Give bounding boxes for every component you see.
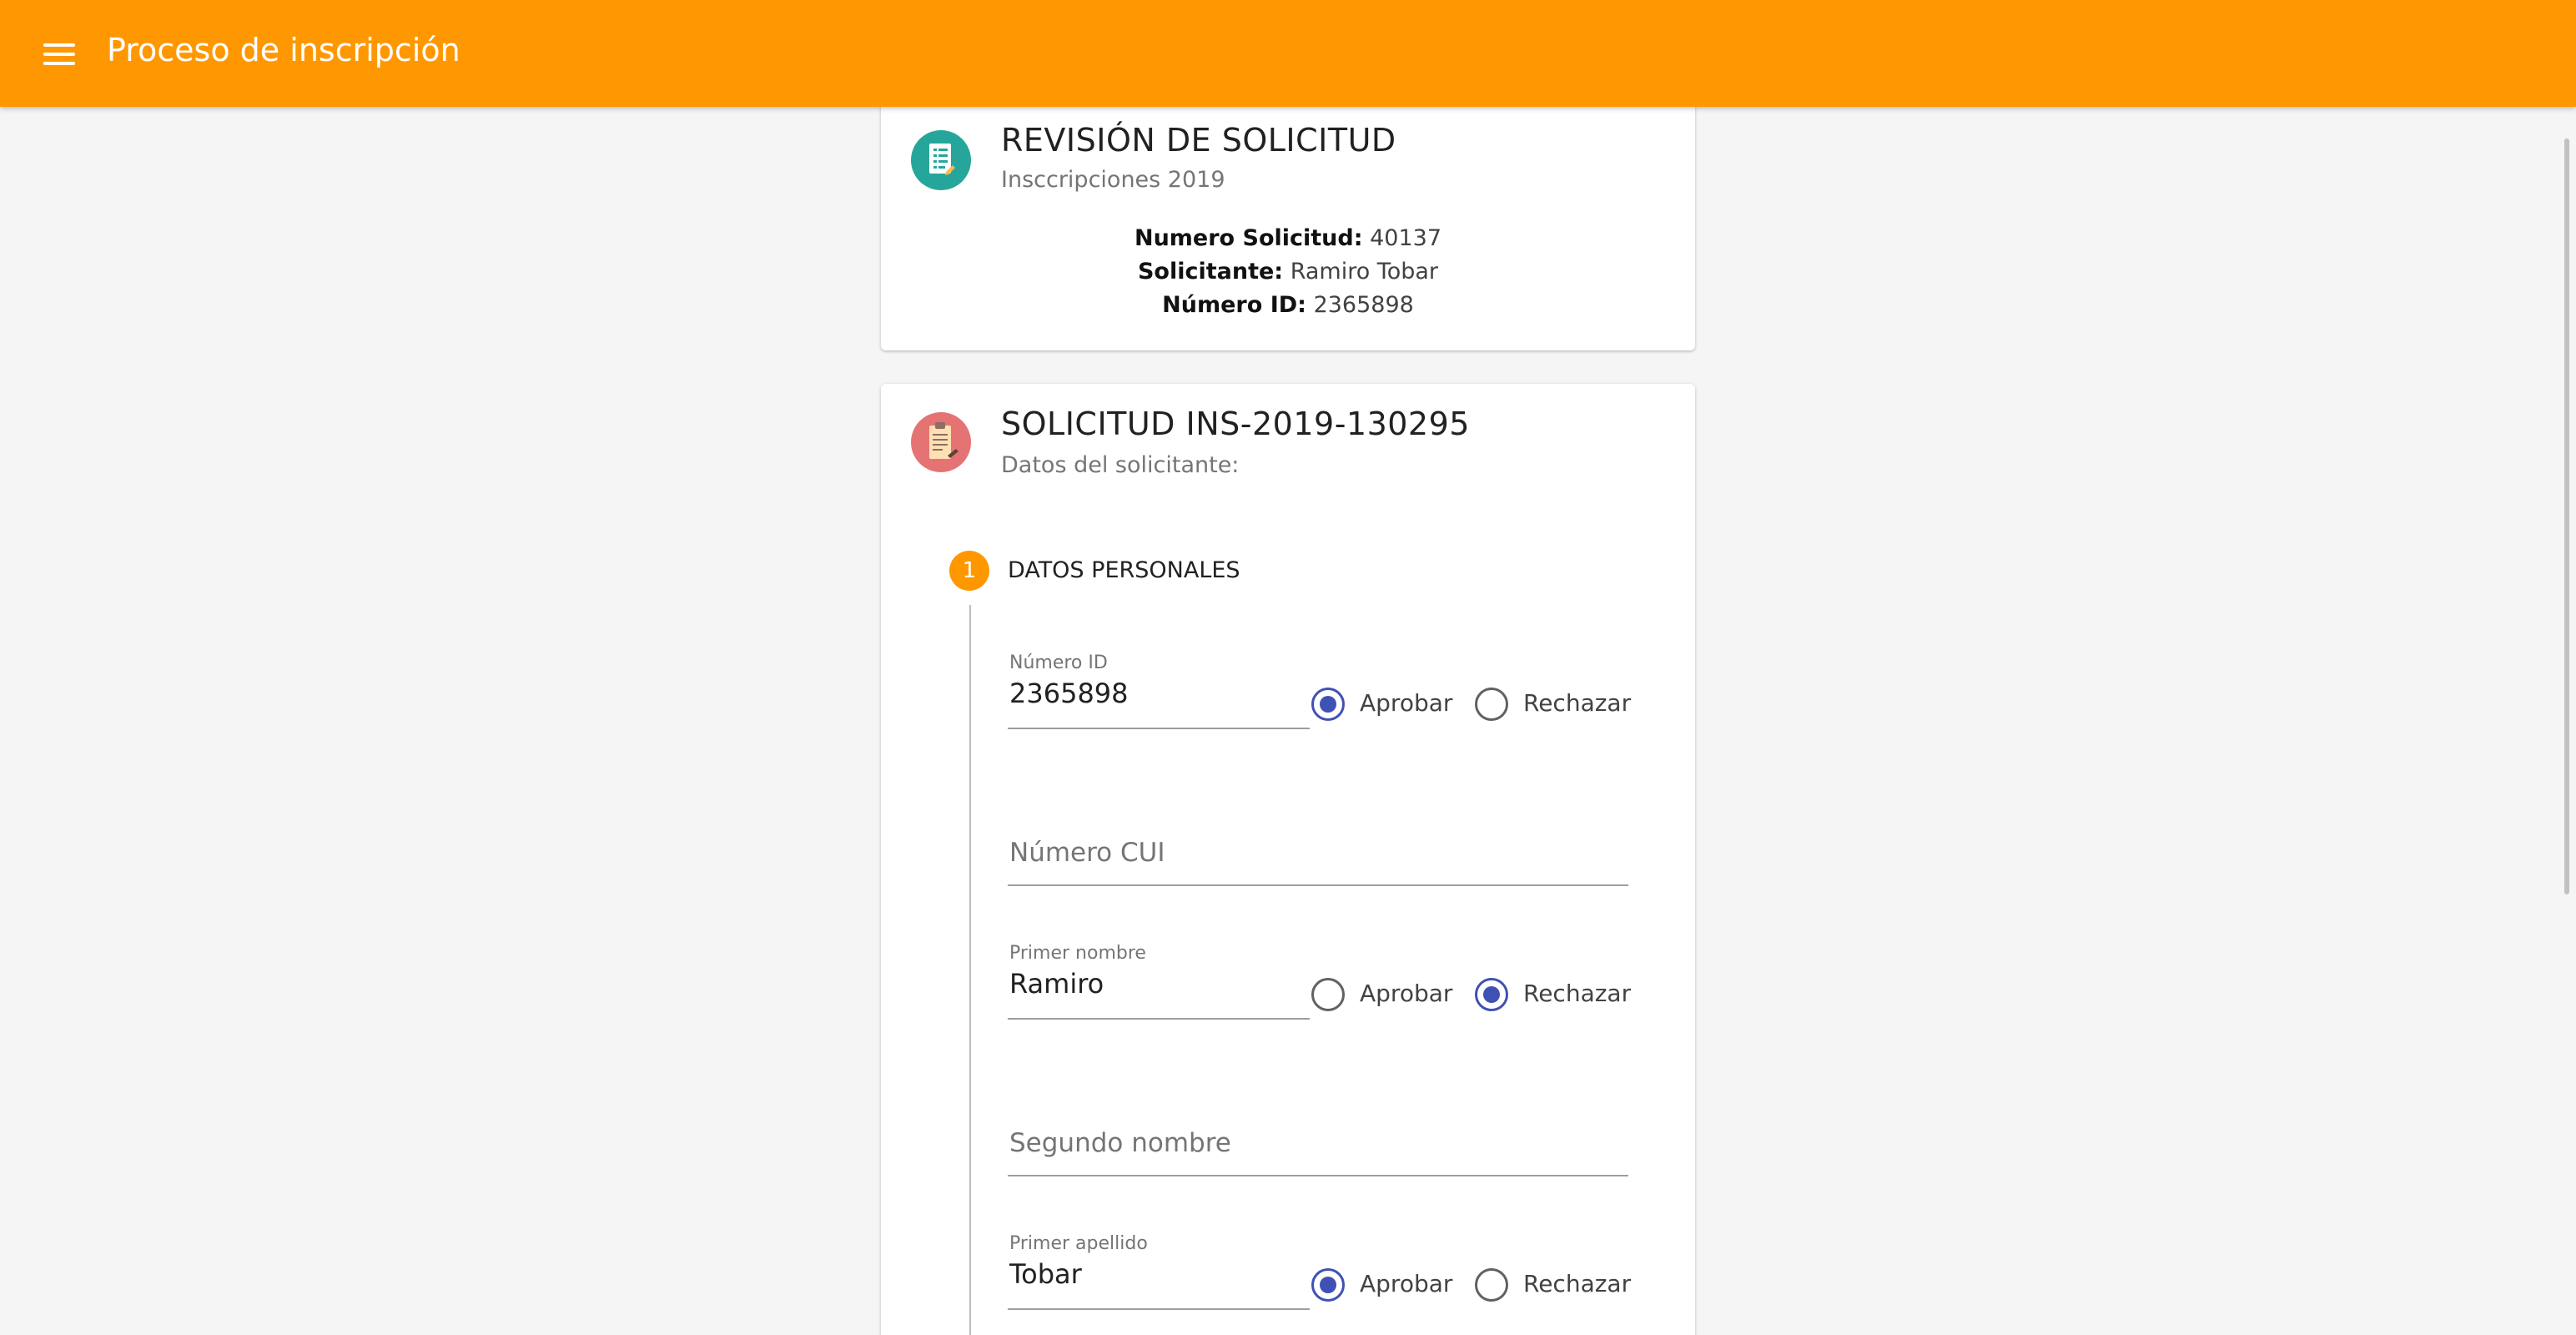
field-underline (1008, 728, 1310, 729)
menu-icon[interactable] (38, 37, 80, 70)
step-label[interactable]: DATOS PERSONALES (1008, 557, 1240, 583)
request-card: SOLICITUD INS-2019-130295 Datos del soli… (881, 384, 1695, 1335)
field-underline (1008, 1018, 1310, 1020)
reject-label: Rechazar (1523, 980, 1632, 1007)
document-checklist-icon (911, 130, 971, 190)
applicant-value: Ramiro Tobar (1290, 259, 1439, 285)
review-card-subtitle: Insccripciones 2019 (1001, 167, 1225, 193)
second-name-field[interactable]: Segundo nombre (1008, 1128, 1628, 1181)
stepper-line (969, 605, 971, 1335)
radio-selected-dot (1320, 1277, 1336, 1293)
request-card-title: SOLICITUD INS-2019-130295 (1001, 406, 1470, 442)
first-surname-field-value[interactable]: Tobar (1009, 1258, 1082, 1290)
field-underline (1008, 1308, 1310, 1310)
id-number-field-label: Número ID (1009, 652, 1108, 673)
cui-number-placeholder: Número CUI (1009, 838, 1165, 868)
radio-selected-dot (1320, 696, 1336, 713)
page-title: Proceso de inscripción (107, 32, 460, 68)
first-surname-field[interactable]: Primer apellido Tobar (1008, 1233, 1310, 1310)
first-name-field-label: Primer nombre (1009, 943, 1146, 964)
cui-number-field[interactable]: Número CUI (1008, 838, 1628, 891)
approve-label: Aprobar (1360, 980, 1453, 1007)
request-card-subtitle: Datos del solicitante: (1001, 452, 1240, 478)
field-underline (1008, 1175, 1628, 1176)
id-number-value: 2365898 (1313, 292, 1414, 318)
applicant-line: Solicitante: Ramiro Tobar (881, 259, 1695, 285)
applicant-label: Solicitante: (1137, 259, 1284, 285)
clipboard-icon (911, 412, 971, 472)
id-number-line: Número ID: 2365898 (881, 292, 1695, 318)
id-number-field-value[interactable]: 2365898 (1009, 678, 1129, 709)
reject-label: Rechazar (1523, 1270, 1632, 1297)
review-card-title: REVISIÓN DE SOLICITUD (1001, 122, 1396, 159)
approve-label: Aprobar (1360, 1270, 1453, 1297)
app-toolbar: Proceso de inscripción (0, 0, 2576, 107)
first-name-field[interactable]: Primer nombre Ramiro (1008, 943, 1310, 1020)
request-number-value: 40137 (1370, 225, 1442, 251)
id-number-label: Número ID: (1162, 292, 1306, 318)
request-number-label: Numero Solicitud: (1134, 225, 1363, 251)
reject-label: Rechazar (1523, 689, 1632, 717)
second-name-placeholder: Segundo nombre (1009, 1128, 1231, 1158)
radio-selected-dot (1483, 986, 1500, 1003)
first-name-field-value[interactable]: Ramiro (1009, 968, 1104, 1000)
first-surname-field-label: Primer apellido (1009, 1233, 1148, 1254)
request-number-line: Numero Solicitud: 40137 (881, 225, 1695, 251)
approve-label: Aprobar (1360, 689, 1453, 717)
id-number-field[interactable]: Número ID 2365898 (1008, 652, 1310, 729)
vertical-scrollbar[interactable] (2564, 139, 2569, 894)
step-number-badge[interactable]: 1 (949, 551, 989, 591)
review-card: REVISIÓN DE SOLICITUD Insccripciones 201… (881, 92, 1695, 350)
field-underline (1008, 884, 1628, 886)
